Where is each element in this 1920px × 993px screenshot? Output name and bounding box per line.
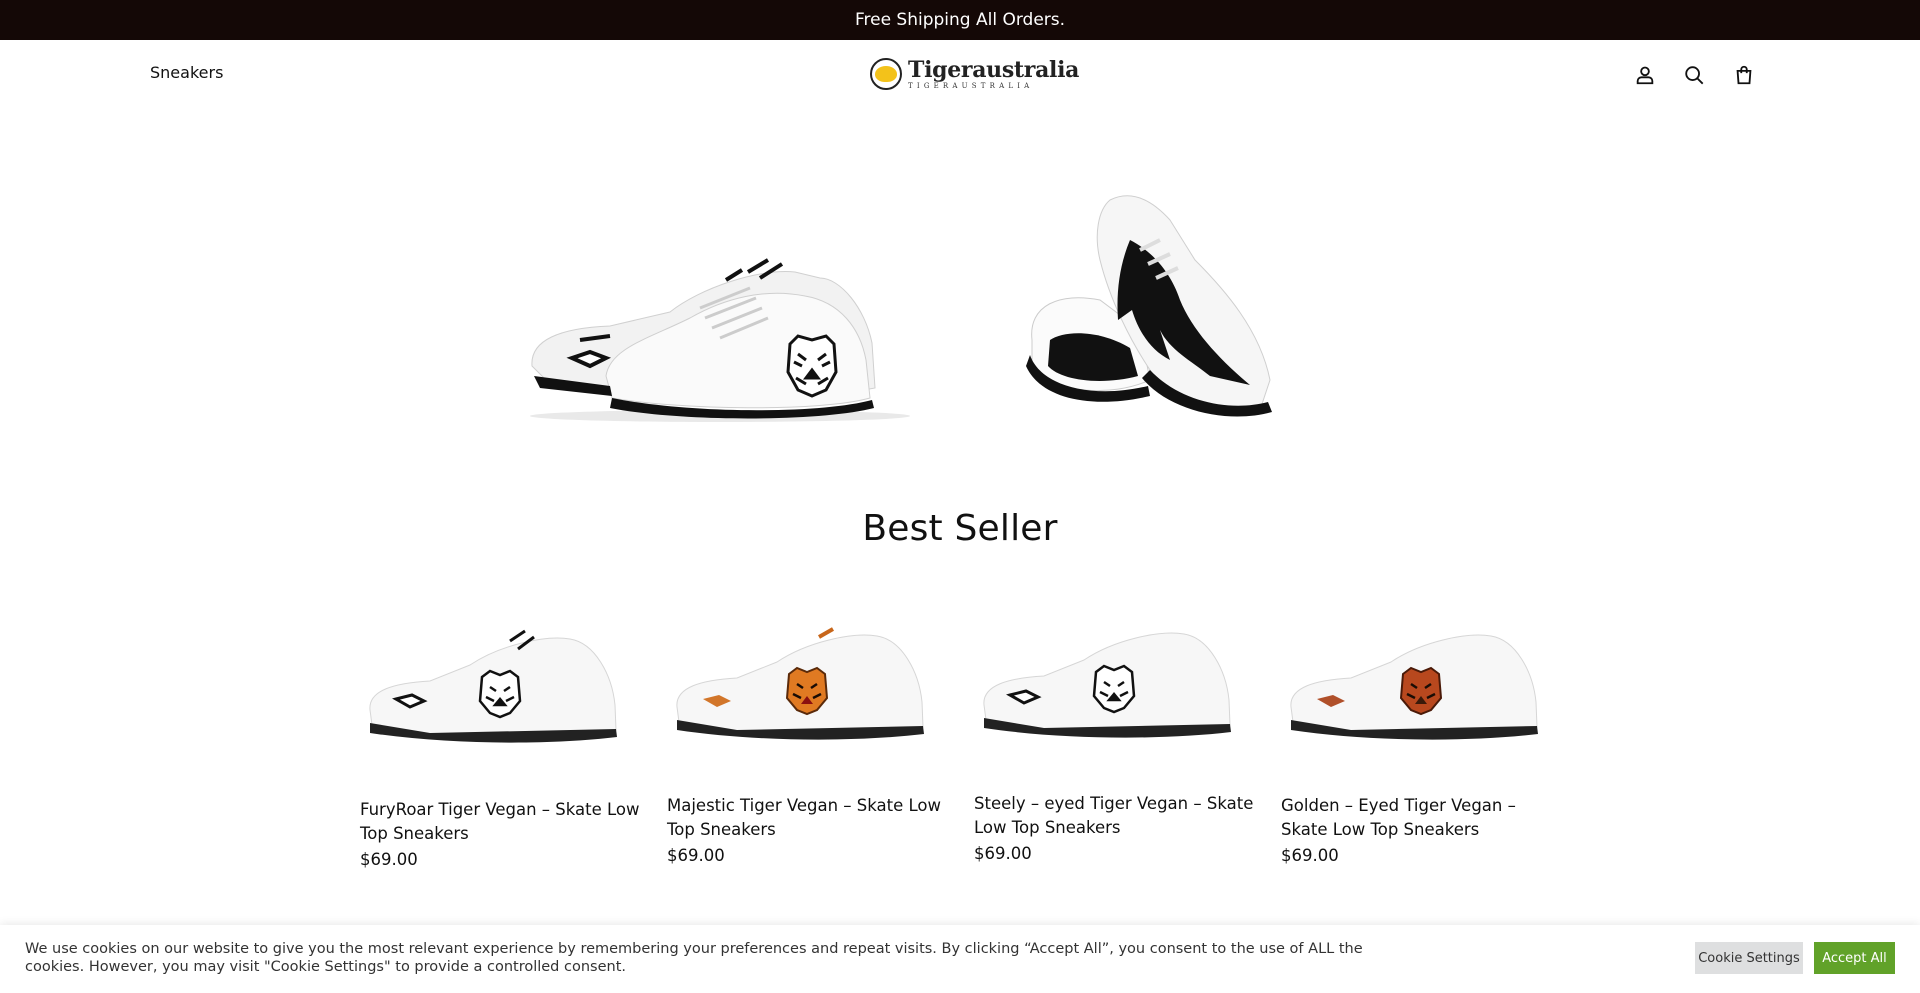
product-image[interactable] bbox=[350, 595, 640, 765]
product-card[interactable]: Steely – eyed Tiger Vegan – Skate Low To… bbox=[964, 595, 1254, 885]
cookie-message: We use cookies on our website to give yo… bbox=[25, 941, 1363, 975]
product-card[interactable]: Majestic Tiger Vegan – Skate Low Top Sne… bbox=[657, 595, 947, 885]
product-card[interactable]: Golden – Eyed Tiger Vegan – Skate Low To… bbox=[1271, 595, 1561, 885]
accept-all-button[interactable]: Accept All bbox=[1814, 942, 1895, 974]
hero-banner[interactable] bbox=[520, 180, 1280, 450]
product-card[interactable]: FuryRoar Tiger Vegan – Skate Low Top Sne… bbox=[350, 595, 640, 885]
product-price: $69.00 bbox=[1281, 846, 1339, 865]
cart-icon[interactable] bbox=[1731, 62, 1757, 88]
product-name[interactable]: Majestic Tiger Vegan – Skate Low Top Sne… bbox=[667, 794, 947, 842]
product-price: $69.00 bbox=[360, 850, 418, 869]
best-seller-heading: Best Seller bbox=[862, 508, 1058, 549]
product-image[interactable] bbox=[964, 595, 1254, 765]
announcement-bar: Free Shipping All Orders. bbox=[0, 0, 1920, 40]
product-image[interactable] bbox=[1271, 595, 1561, 765]
nav-item-sneakers[interactable]: Sneakers bbox=[150, 63, 223, 82]
announcement-text: Free Shipping All Orders. bbox=[854, 10, 1066, 30]
site-logo[interactable]: Tigeraustralia TIGERAUSTRALIA bbox=[870, 56, 1079, 92]
hero-low-top-sneaker-image[interactable] bbox=[520, 248, 930, 428]
cookie-settings-button[interactable]: Cookie Settings bbox=[1695, 942, 1803, 974]
product-price: $69.00 bbox=[667, 846, 725, 865]
product-price: $69.00 bbox=[974, 844, 1032, 863]
best-seller-grid: FuryRoar Tiger Vegan – Skate Low Top Sne… bbox=[350, 595, 1570, 885]
logo-subtitle: TIGERAUSTRALIA bbox=[908, 81, 1034, 90]
product-name[interactable]: Golden – Eyed Tiger Vegan – Skate Low To… bbox=[1281, 794, 1561, 842]
product-image[interactable] bbox=[657, 595, 947, 765]
account-icon[interactable] bbox=[1632, 62, 1658, 88]
product-name[interactable]: FuryRoar Tiger Vegan – Skate Low Top Sne… bbox=[360, 798, 640, 846]
logo-title: Tigeraustralia bbox=[908, 56, 1080, 83]
product-name[interactable]: Steely – eyed Tiger Vegan – Skate Low To… bbox=[974, 792, 1254, 840]
hero-running-sneaker-image[interactable] bbox=[1020, 180, 1290, 420]
cookie-banner: We use cookies on our website to give yo… bbox=[0, 925, 1920, 993]
search-icon[interactable] bbox=[1681, 62, 1707, 88]
site-header: Sneakers Tigeraustralia TIGERAUSTRALIA bbox=[0, 40, 1920, 110]
logo-emblem-icon bbox=[870, 58, 902, 90]
